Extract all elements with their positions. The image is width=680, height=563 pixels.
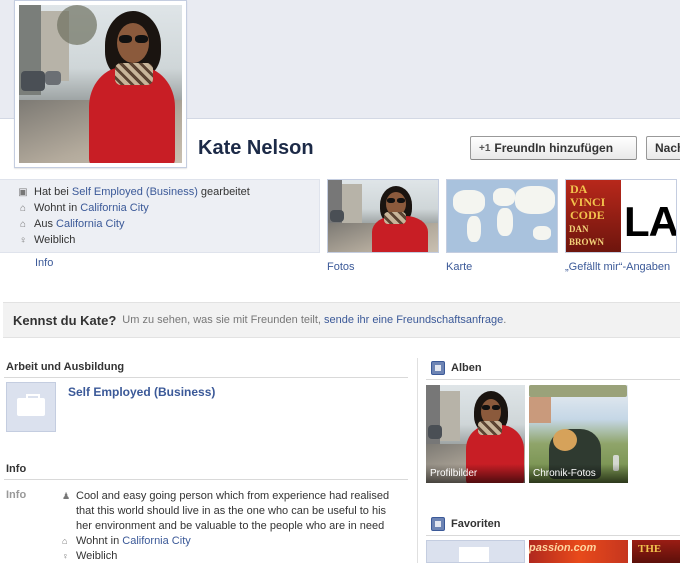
album-timeline-photos[interactable]: Chronik-Fotos [529, 385, 628, 483]
favorites-icon [431, 517, 445, 531]
map-label[interactable]: Karte [446, 261, 472, 273]
profile-photo [19, 5, 182, 163]
add-friend-button[interactable]: +1 FreundIn hinzufügen [470, 136, 637, 160]
briefcase-icon: ▣ [18, 186, 28, 198]
info-tab-link[interactable]: Info [35, 257, 53, 269]
about-from-link[interactable]: California City [56, 218, 124, 230]
divider [426, 379, 680, 380]
divider [4, 377, 408, 378]
lives-link[interactable]: California City [122, 535, 190, 547]
album-label: Chronik-Fotos [529, 464, 628, 483]
albums-heading: Alben [431, 361, 482, 375]
about-gender: ♀ Weiblich [19, 234, 76, 246]
next-button[interactable]: Nach [646, 136, 680, 160]
world-map [447, 180, 557, 252]
favorite-item[interactable]: passion.com [529, 540, 628, 563]
likes-thumb[interactable]: DA VINCI CODE DAN BROWN LA [565, 179, 677, 253]
add-friend-icon: +1 [479, 142, 491, 154]
favorite-item[interactable] [426, 540, 525, 563]
info-heading: Info [6, 463, 27, 475]
album-profile-pictures[interactable]: Profilbilder [426, 385, 525, 483]
bio-block: ♟ Cool and easy going person which from … [62, 489, 402, 563]
favorites-heading: Favoriten [431, 517, 501, 531]
gender-text: Weiblich [76, 550, 118, 562]
employer-link[interactable]: Self Employed (Business) [68, 385, 215, 399]
map-thumb[interactable] [446, 179, 558, 253]
la-logo: LA [624, 198, 677, 245]
friend-request-prompt: Kennst du Kate? Um zu sehen, was sie mit… [3, 302, 680, 338]
bio-text: Cool and easy going person which from ex… [76, 490, 390, 532]
about-lives: ⌂ Wohnt in California City [19, 202, 149, 214]
about-lives-link[interactable]: California City [80, 202, 148, 214]
know-title: Kennst du Kate? [13, 312, 117, 328]
album-label: Profilbilder [426, 464, 525, 483]
divider [4, 479, 408, 480]
house-icon: ⌂ [19, 202, 27, 214]
info-label: Info [6, 489, 27, 501]
house-icon: ⌂ [62, 536, 68, 546]
friend-request-link[interactable]: sende ihr eine Freundschaftsanfrage [324, 314, 503, 326]
about-from: ⌂ Aus California City [19, 218, 125, 230]
next-button-label: Nach [655, 141, 680, 155]
column-divider [417, 358, 418, 563]
photos-label[interactable]: Fotos [327, 261, 355, 273]
profile-picture[interactable] [14, 0, 187, 168]
about-work: ▣ Hat bei Self Employed (Business) gearb… [18, 186, 250, 198]
person-icon: ♟ [62, 491, 71, 501]
add-friend-label: FreundIn hinzufügen [494, 141, 614, 155]
photos-thumb[interactable] [327, 179, 439, 253]
female-icon: ♀ [62, 551, 69, 561]
pin-icon: ⌂ [19, 218, 27, 230]
favorite-item[interactable]: THE [632, 540, 680, 563]
book-cover: DA VINCI CODE DAN BROWN [566, 180, 621, 252]
albums-icon [431, 361, 445, 375]
female-icon: ♀ [19, 234, 27, 246]
profile-name: Kate Nelson [198, 137, 314, 159]
know-text: Um zu sehen, was sie mit Freunden teilt,… [122, 314, 507, 326]
work-heading: Arbeit und Ausbildung [6, 361, 125, 373]
likes-label[interactable]: „Gefällt mir“-Angaben [565, 261, 670, 273]
divider [426, 535, 680, 536]
about-work-link[interactable]: Self Employed (Business) [72, 186, 198, 198]
briefcase-icon [6, 382, 56, 432]
